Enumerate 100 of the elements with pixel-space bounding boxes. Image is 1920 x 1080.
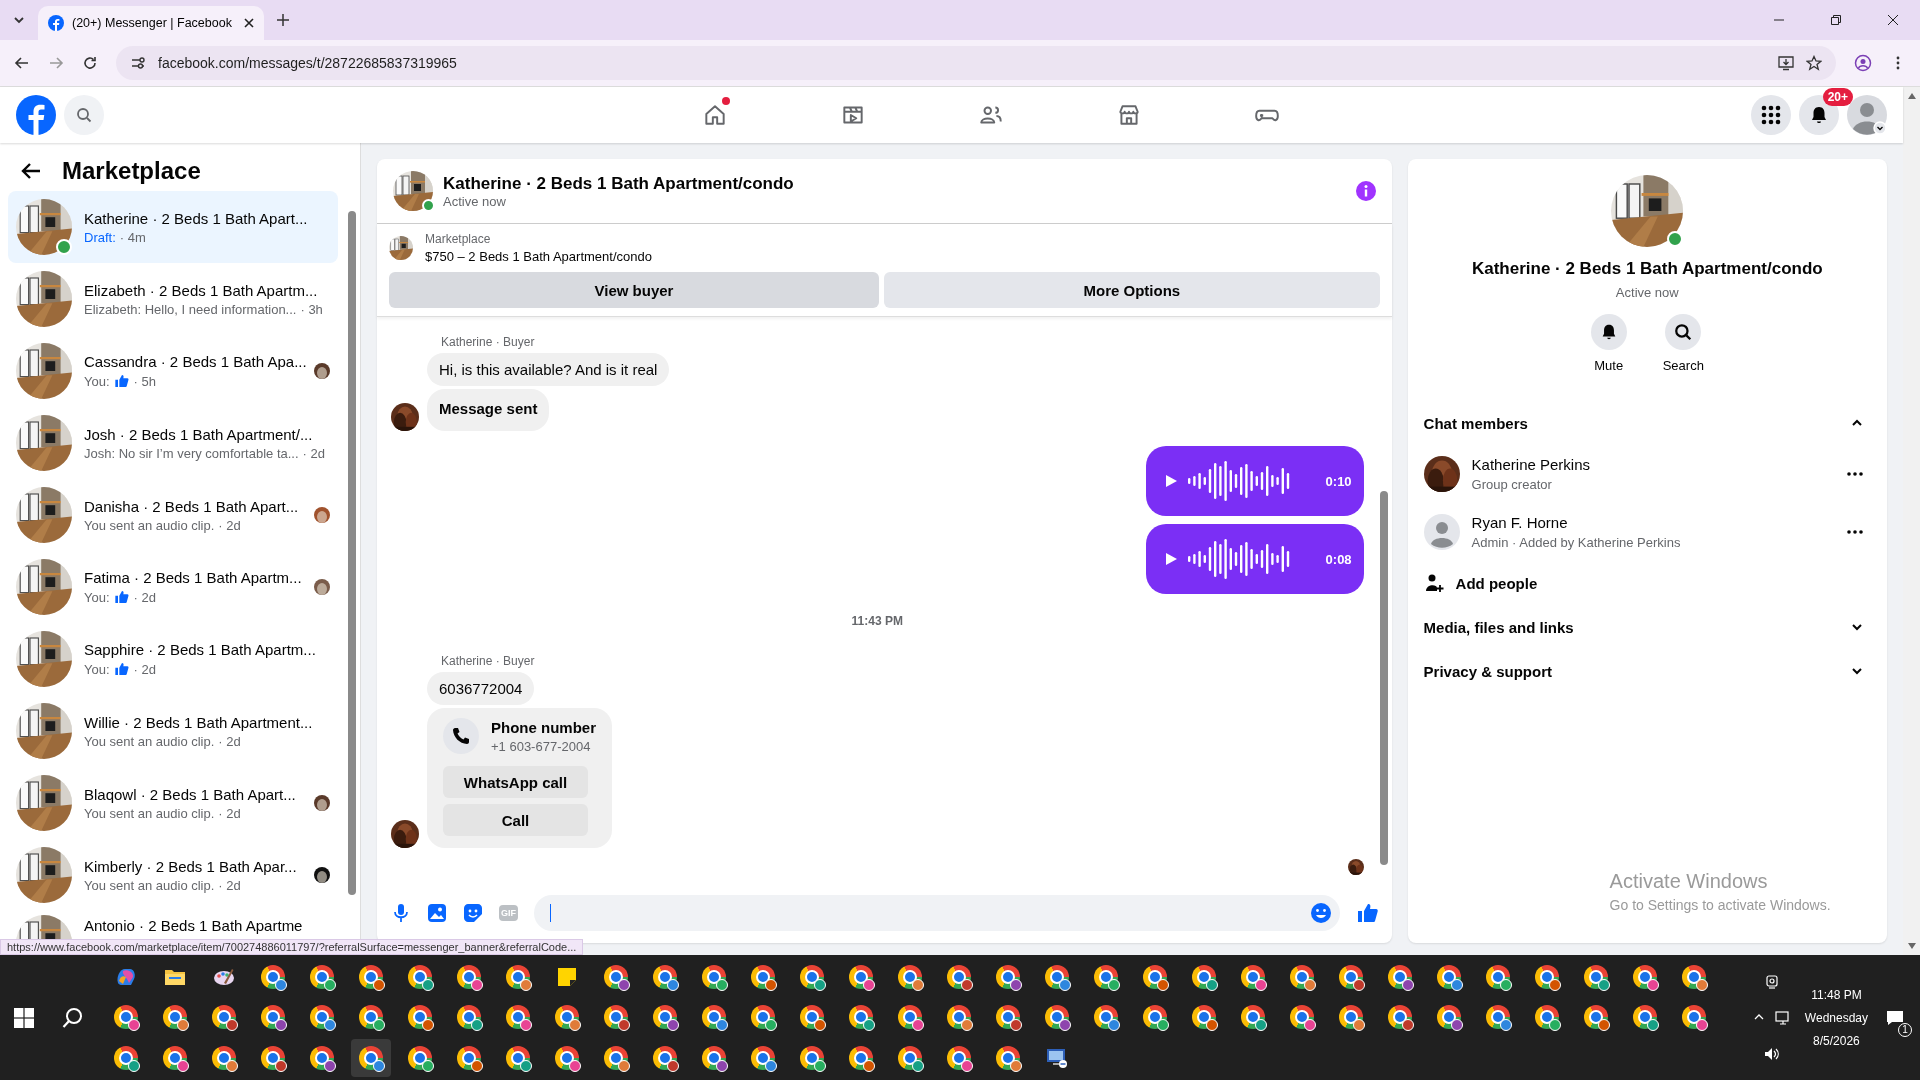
add-person-icon[interactable] xyxy=(1423,573,1444,593)
preview-text: You: xyxy=(84,661,110,677)
preview-text: You: xyxy=(84,589,110,605)
mute-button[interactable] xyxy=(1590,314,1627,350)
sticker-icon[interactable] xyxy=(463,903,483,923)
message-time: · 2d xyxy=(218,805,241,821)
tab-title: (20+) Messenger | Facebook xyxy=(72,16,233,30)
preview-text: You sent an audio clip. xyxy=(84,805,215,821)
listing-button[interactable]: View buyer xyxy=(389,272,879,308)
address-bar[interactable]: facebook.com/messages/t/28722685837319965 xyxy=(116,46,1836,80)
store-icon[interactable] xyxy=(1116,102,1142,128)
conversation-item[interactable]: Danisha · 2 Beds 1 Bath Apart... You sent an audio clip. · 2d xyxy=(8,479,338,551)
notification-badge: 20+ xyxy=(1822,88,1853,106)
close-icon[interactable] xyxy=(244,18,254,28)
action-label: Mute xyxy=(1594,358,1624,373)
message-time: · 2d xyxy=(133,661,156,677)
star-icon[interactable] xyxy=(1806,55,1822,71)
install-app-icon[interactable] xyxy=(1778,55,1794,71)
phone-number: +1 603-677-2004 xyxy=(491,738,592,754)
sender-label: Katherine · Buyer xyxy=(441,654,536,668)
message-time: · 2d xyxy=(218,877,241,893)
member-name: Katherine Perkins xyxy=(1471,456,1590,473)
account-icon[interactable] xyxy=(1847,95,1887,135)
scrollbar[interactable] xyxy=(1903,87,1920,955)
conversation-name: Blaqowl · 2 Beds 1 Bath Apart... xyxy=(84,785,297,803)
notification-icon[interactable] xyxy=(1886,1008,1904,1027)
action-label: Search xyxy=(1662,358,1704,373)
camera-icon[interactable] xyxy=(1764,974,1779,989)
start-icon[interactable] xyxy=(14,1007,34,1028)
browser-icon[interactable] xyxy=(351,1038,391,1077)
conversation-name: Danisha · 2 Beds 1 Bath Apart... xyxy=(84,497,300,515)
call-button[interactable]: Call xyxy=(443,804,588,836)
conversation-item[interactable]: Josh · 2 Beds 1 Bath Apartment/... Josh: No sir I’m very comfortable ta... · 2d xyxy=(8,407,338,479)
scroll-up-icon[interactable] xyxy=(1907,93,1916,99)
section-header[interactable]: Privacy & support xyxy=(1423,649,1871,693)
conversation-item[interactable]: Fatima · 2 Beds 1 Bath Apartm... You: · 2d xyxy=(8,551,338,623)
volume-icon[interactable] xyxy=(1763,1046,1780,1061)
conversation-name: Josh · 2 Beds 1 Bath Apartment/... xyxy=(84,425,314,443)
conversation-name: Elizabeth · 2 Beds 1 Bath Apartm... xyxy=(84,281,319,299)
thumbs-up-icon xyxy=(113,661,130,677)
conversation-item[interactable]: Sapphire · 2 Beds 1 Bath Apartm... You: · 2d xyxy=(8,623,338,695)
message-time: · 5h xyxy=(133,373,156,389)
scroll-down-icon[interactable] xyxy=(1907,943,1916,949)
close-icon[interactable] xyxy=(1887,14,1899,26)
conversation-name: Fatima · 2 Beds 1 Bath Apartm... xyxy=(84,569,302,586)
call-button[interactable]: WhatsApp call xyxy=(443,766,588,798)
message-input[interactable] xyxy=(534,895,1340,931)
link-tooltip: https://www.facebook.com/marketplace/item/700274886011797/?referralSurface=messenger_banner&referralCode... xyxy=(0,939,584,955)
facebook-logo[interactable] xyxy=(16,95,56,135)
preview-text: You sent an audio clip. xyxy=(84,517,215,533)
thumbs-up-icon xyxy=(1355,901,1380,925)
conversation-name: Sapphire · 2 Beds 1 Bath Apartm... xyxy=(84,641,317,658)
info-icon[interactable] xyxy=(1355,181,1376,201)
draft-label: Draft: xyxy=(84,229,116,245)
microphone-icon[interactable] xyxy=(391,903,411,923)
conversation-item[interactable]: Blaqowl · 2 Beds 1 Bath Apart... You sent an audio clip. · 2d xyxy=(8,767,338,839)
activation-title: Activate Windows xyxy=(1609,870,1769,893)
audio-message[interactable]: 0:08 xyxy=(1145,524,1364,594)
conversation-name: Antonio · 2 Beds 1 Bath Apartme xyxy=(84,917,304,934)
search-button[interactable] xyxy=(1665,314,1702,350)
search-icon[interactable] xyxy=(1674,323,1693,341)
emoji-icon[interactable] xyxy=(1309,902,1332,924)
preview-text: Josh: No sir I’m very comfortable ta... xyxy=(84,445,299,461)
section-title: Media, files and links xyxy=(1423,618,1574,636)
audio-message[interactable]: 0:10 xyxy=(1145,446,1364,516)
section-header[interactable]: Chat members xyxy=(1423,401,1871,445)
section-title: Chat members xyxy=(1423,414,1528,432)
menu-button[interactable] xyxy=(1751,95,1791,135)
bell-icon[interactable] xyxy=(1809,105,1829,125)
site-settings-icon[interactable] xyxy=(130,55,146,71)
conversation-item[interactable]: Willie · 2 Beds 1 Bath Apartment... You sent an audio clip. · 2d xyxy=(8,695,338,767)
new-tab-icon[interactable] xyxy=(276,13,290,27)
conversation-name: Willie · 2 Beds 1 Bath Apartment... xyxy=(84,713,314,731)
network-icon[interactable] xyxy=(1774,1010,1791,1025)
browser-tab[interactable]: (20+) Messenger | Facebook xyxy=(38,6,264,40)
play-icon[interactable] xyxy=(1163,474,1178,488)
image-icon[interactable] xyxy=(427,903,447,923)
preview-text: You: xyxy=(84,373,110,389)
waveform-icon xyxy=(1187,537,1292,581)
grid-icon[interactable] xyxy=(1761,105,1781,125)
section-header[interactable]: Media, files and links xyxy=(1423,605,1871,649)
more-icon[interactable] xyxy=(1847,472,1863,476)
facebook-icon xyxy=(48,15,64,31)
message-bubble: 6036772004 xyxy=(427,672,535,705)
home-icon[interactable] xyxy=(702,102,728,128)
conversation-item[interactable]: Katherine · 2 Beds 1 Bath Apart... Draft: · 4m xyxy=(8,191,338,263)
more-icon[interactable] xyxy=(1847,530,1863,534)
listing-title: $750 – 2 Beds 1 Bath Apartment/condo xyxy=(425,249,652,264)
timestamp: 11:43 PM xyxy=(851,614,903,628)
thumbs-up-icon xyxy=(113,373,130,389)
activation-text: Go to Settings to activate Windows. xyxy=(1609,897,1832,913)
member-name: Ryan F. Horne xyxy=(1471,514,1569,531)
play-icon[interactable] xyxy=(1163,552,1178,566)
conversation-item[interactable]: Elizabeth · 2 Beds 1 Bath Apartm... Elizabeth: Hello, I need information... · 3h xyxy=(8,263,338,335)
conversation-item[interactable]: Cassandra · 2 Beds 1 Bath Apa... You: · 5h xyxy=(8,335,338,407)
search-icon[interactable] xyxy=(62,1006,84,1029)
listing-button[interactable]: More Options xyxy=(884,272,1380,308)
restore-icon[interactable] xyxy=(1830,14,1842,26)
conversation-item[interactable]: Kimberly · 2 Beds 1 Bath Apar... You sent an audio clip. · 2d xyxy=(8,839,338,911)
add-people-link[interactable]: Add people xyxy=(1455,574,1538,592)
